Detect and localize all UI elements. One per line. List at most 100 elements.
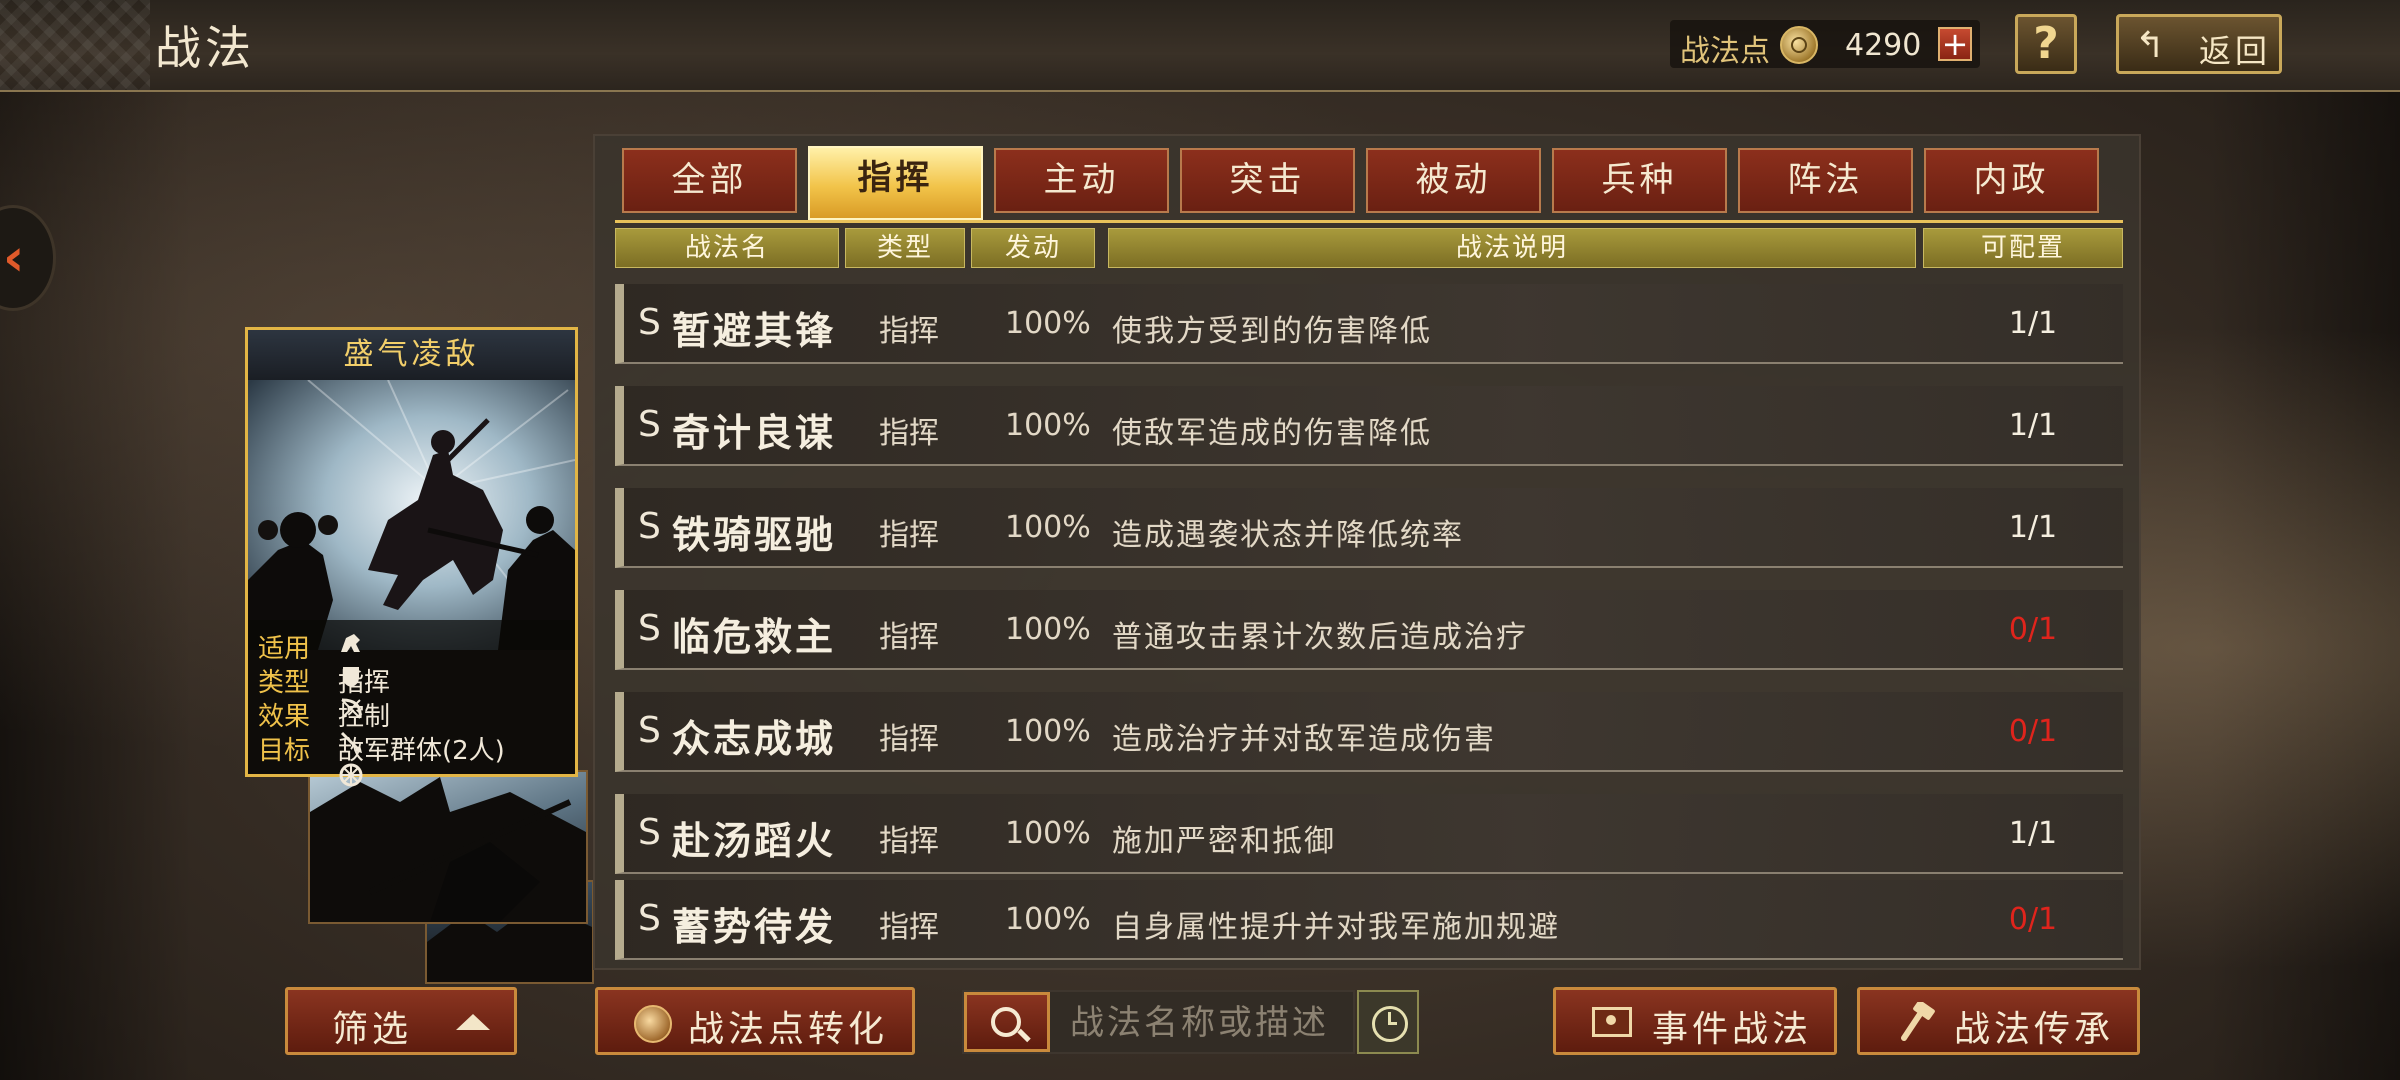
- tab-formation[interactable]: 阵法: [1738, 148, 1913, 213]
- column-header-type[interactable]: 类型: [845, 228, 965, 268]
- tactic-type: 指挥: [879, 314, 939, 349]
- column-header-rate[interactable]: 发动: [971, 228, 1095, 268]
- back-button[interactable]: ↰ 返回: [2116, 14, 2282, 74]
- tactic-points-display: 战法点 4290 +: [1670, 20, 1980, 69]
- header-pattern: [0, 0, 150, 90]
- tactic-rate: 100%: [1005, 714, 1091, 749]
- tactic-count: 0/1: [2008, 714, 2058, 749]
- tactic-name: 铁骑驱驰: [672, 512, 837, 557]
- tactic-count: 1/1: [2008, 816, 2058, 851]
- card-artwork: [248, 379, 576, 650]
- coin-icon: [1780, 26, 1818, 64]
- help-button[interactable]: ?: [2015, 14, 2077, 74]
- tactic-description: 普通攻击累计次数后造成治疗: [1112, 620, 1528, 655]
- card-title: 盛气凌敌: [248, 330, 575, 380]
- points-label: 战法点: [1680, 34, 1770, 69]
- table-row[interactable]: S 众志成城 指挥 100% 造成治疗并对敌军造成伤害 0/1: [615, 692, 2123, 772]
- search-button[interactable]: [964, 992, 1050, 1052]
- chevron-up-icon: [456, 1014, 490, 1030]
- grade-label: S: [638, 898, 661, 939]
- info-value: 敌军群体(2人): [338, 736, 505, 766]
- page-title: 战法: [155, 21, 255, 75]
- info-value: 控制: [338, 702, 391, 732]
- table-row[interactable]: S 蓄势待发 指挥 100% 自身属性提升并对我军施加规避 0/1: [615, 880, 2123, 960]
- tactic-type: 指挥: [879, 518, 939, 553]
- tactic-type: 指挥: [879, 416, 939, 451]
- tactic-count: 1/1: [2008, 510, 2058, 545]
- column-header-name[interactable]: 战法名: [615, 228, 839, 268]
- hammer-icon: [1900, 1000, 1936, 1042]
- tactic-description: 施加严密和抵御: [1112, 824, 1336, 859]
- side-drawer-tab[interactable]: ‹: [0, 205, 56, 311]
- info-key: 类型: [258, 668, 311, 698]
- tactic-name: 奇计良谋: [672, 410, 837, 455]
- back-label: 返回: [2199, 32, 2272, 70]
- search-history-button[interactable]: [1357, 990, 1419, 1054]
- tactic-description: 使我方受到的伤害降低: [1112, 314, 1432, 349]
- convert-label: 战法点转化: [688, 1009, 889, 1050]
- tactic-card[interactable]: 盛气凌敌 适用 类型 指挥 效果 控制 目标 敌军群体(2人): [245, 327, 578, 787]
- tactic-count: 0/1: [2008, 902, 2058, 937]
- back-arrow-icon: ↰: [2135, 25, 2166, 66]
- event-label: 事件战法: [1652, 1009, 1813, 1050]
- info-key: 目标: [258, 736, 311, 766]
- table-row[interactable]: S 铁骑驱驰 指挥 100% 造成遇袭状态并降低统率 1/1: [615, 488, 2123, 568]
- tab-underline: [615, 220, 2123, 223]
- clock-hand: [1388, 1022, 1397, 1025]
- tactic-description: 使敌军造成的伤害降低: [1112, 416, 1432, 451]
- tactic-type: 指挥: [879, 824, 939, 859]
- tab-active[interactable]: 主动: [994, 148, 1169, 213]
- convert-points-button[interactable]: 战法点转化: [595, 987, 915, 1055]
- tactic-name: 众志成城: [672, 716, 837, 761]
- search-input[interactable]: [1068, 1002, 1352, 1044]
- grade-label: S: [638, 608, 661, 649]
- tactic-count: 1/1: [2008, 408, 2058, 443]
- tactics-list-panel: 全部 指挥 主动 突击 被动 兵种 阵法 内政 战法名 类型 发动 战法说明 可…: [593, 134, 2141, 970]
- tactic-rate: 100%: [1005, 902, 1091, 937]
- tab-passive[interactable]: 被动: [1366, 148, 1541, 213]
- tactic-description: 造成遇袭状态并降低统率: [1112, 518, 1464, 553]
- tab-assault[interactable]: 突击: [1180, 148, 1355, 213]
- filter-label: 筛选: [332, 1009, 413, 1050]
- chevron-left-icon: ‹: [3, 228, 25, 288]
- event-tactics-button[interactable]: 事件战法: [1553, 987, 1837, 1055]
- tactic-inherit-button[interactable]: 战法传承: [1857, 987, 2140, 1055]
- tactic-name: 临危救主: [672, 614, 837, 659]
- table-row[interactable]: S 暂避其锋 指挥 100% 使我方受到的伤害降低 1/1: [615, 284, 2123, 364]
- cavalry-icon: [338, 630, 364, 656]
- top-bar: 战法 战法点 4290 + ? ↰ 返回: [0, 0, 2400, 92]
- tactic-rate: 100%: [1005, 612, 1091, 647]
- tab-command[interactable]: 指挥: [808, 146, 983, 220]
- info-value: 指挥: [338, 668, 391, 698]
- add-points-button[interactable]: +: [1938, 27, 1972, 61]
- grade-label: S: [638, 302, 661, 343]
- grade-label: S: [638, 812, 661, 853]
- tactic-type: 指挥: [879, 722, 939, 757]
- table-row[interactable]: S 临危救主 指挥 100% 普通攻击累计次数后造成治疗 0/1: [615, 590, 2123, 670]
- inherit-label: 战法传承: [1954, 1009, 2115, 1050]
- coin-icon: [634, 1005, 672, 1043]
- tactic-description: 造成治疗并对敌军造成伤害: [1112, 722, 1496, 757]
- tab-all[interactable]: 全部: [622, 148, 797, 213]
- grade-label: S: [638, 404, 661, 445]
- tactic-count: 1/1: [2008, 306, 2058, 341]
- info-key: 适用: [258, 634, 311, 664]
- column-header-count[interactable]: 可配置: [1923, 228, 2123, 268]
- grade-label: S: [638, 506, 661, 547]
- search-icon-handle: [1017, 1028, 1031, 1043]
- table-row[interactable]: S 奇计良谋 指挥 100% 使敌军造成的伤害降低 1/1: [615, 386, 2123, 466]
- info-key: 效果: [258, 702, 311, 732]
- tab-internal-affairs[interactable]: 内政: [1924, 148, 2099, 213]
- points-value: 4290: [1845, 28, 1922, 63]
- tactic-rate: 100%: [1005, 408, 1091, 443]
- grade-label: S: [638, 710, 661, 751]
- column-header-desc: 战法说明: [1108, 228, 1916, 268]
- search-bar: [962, 990, 1355, 1054]
- tactic-type: 指挥: [879, 910, 939, 945]
- tactic-count: 0/1: [2008, 612, 2058, 647]
- table-row[interactable]: S 赴汤蹈火 指挥 100% 施加严密和抵御 1/1: [615, 794, 2123, 874]
- tactic-rate: 100%: [1005, 510, 1091, 545]
- card-info-panel: 适用 类型 指挥 效果 控制 目标 敌军群体(2人): [248, 620, 575, 787]
- tab-troop[interactable]: 兵种: [1552, 148, 1727, 213]
- filter-button[interactable]: 筛选: [285, 987, 517, 1055]
